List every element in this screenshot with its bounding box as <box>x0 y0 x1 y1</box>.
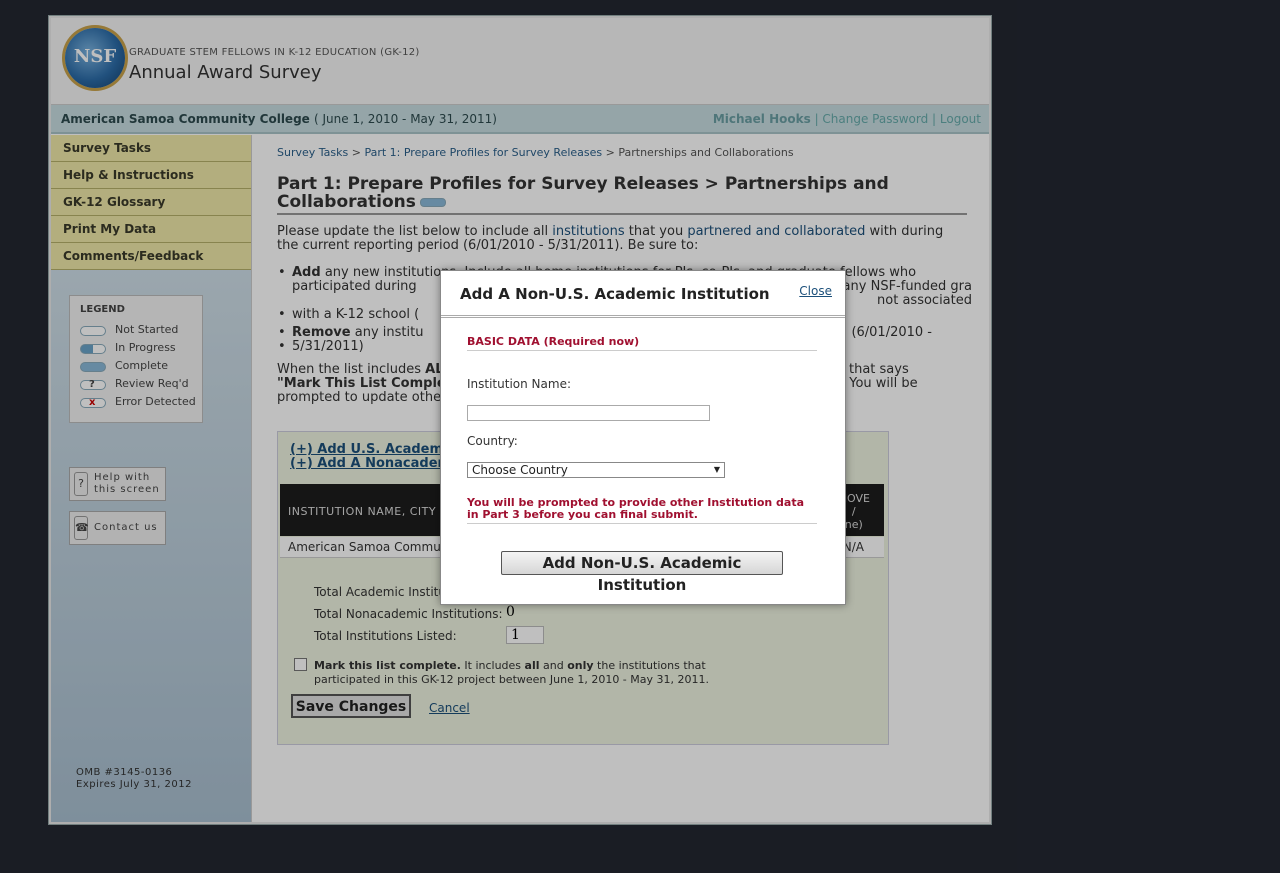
dialog-note: You will be prompted to provide other In… <box>467 497 817 524</box>
institution-name-input[interactable] <box>467 405 710 421</box>
close-link[interactable]: Close <box>799 284 832 298</box>
institution-name-label: Institution Name: <box>467 377 571 391</box>
country-selected: Choose Country <box>472 463 568 477</box>
dialog-divider <box>441 315 845 318</box>
add-institution-button[interactable]: Add Non-U.S. Academic Institution <box>501 551 783 594</box>
add-institution-dialog: Add A Non-U.S. Academic Institution Clos… <box>440 270 846 605</box>
country-label: Country: <box>467 434 518 448</box>
dialog-title: Add A Non-U.S. Academic Institution <box>460 285 770 303</box>
section-heading: BASIC DATA (Required now) <box>467 335 817 351</box>
chevron-down-icon: ▼ <box>713 465 720 474</box>
country-select[interactable]: Choose Country ▼ <box>467 462 725 478</box>
